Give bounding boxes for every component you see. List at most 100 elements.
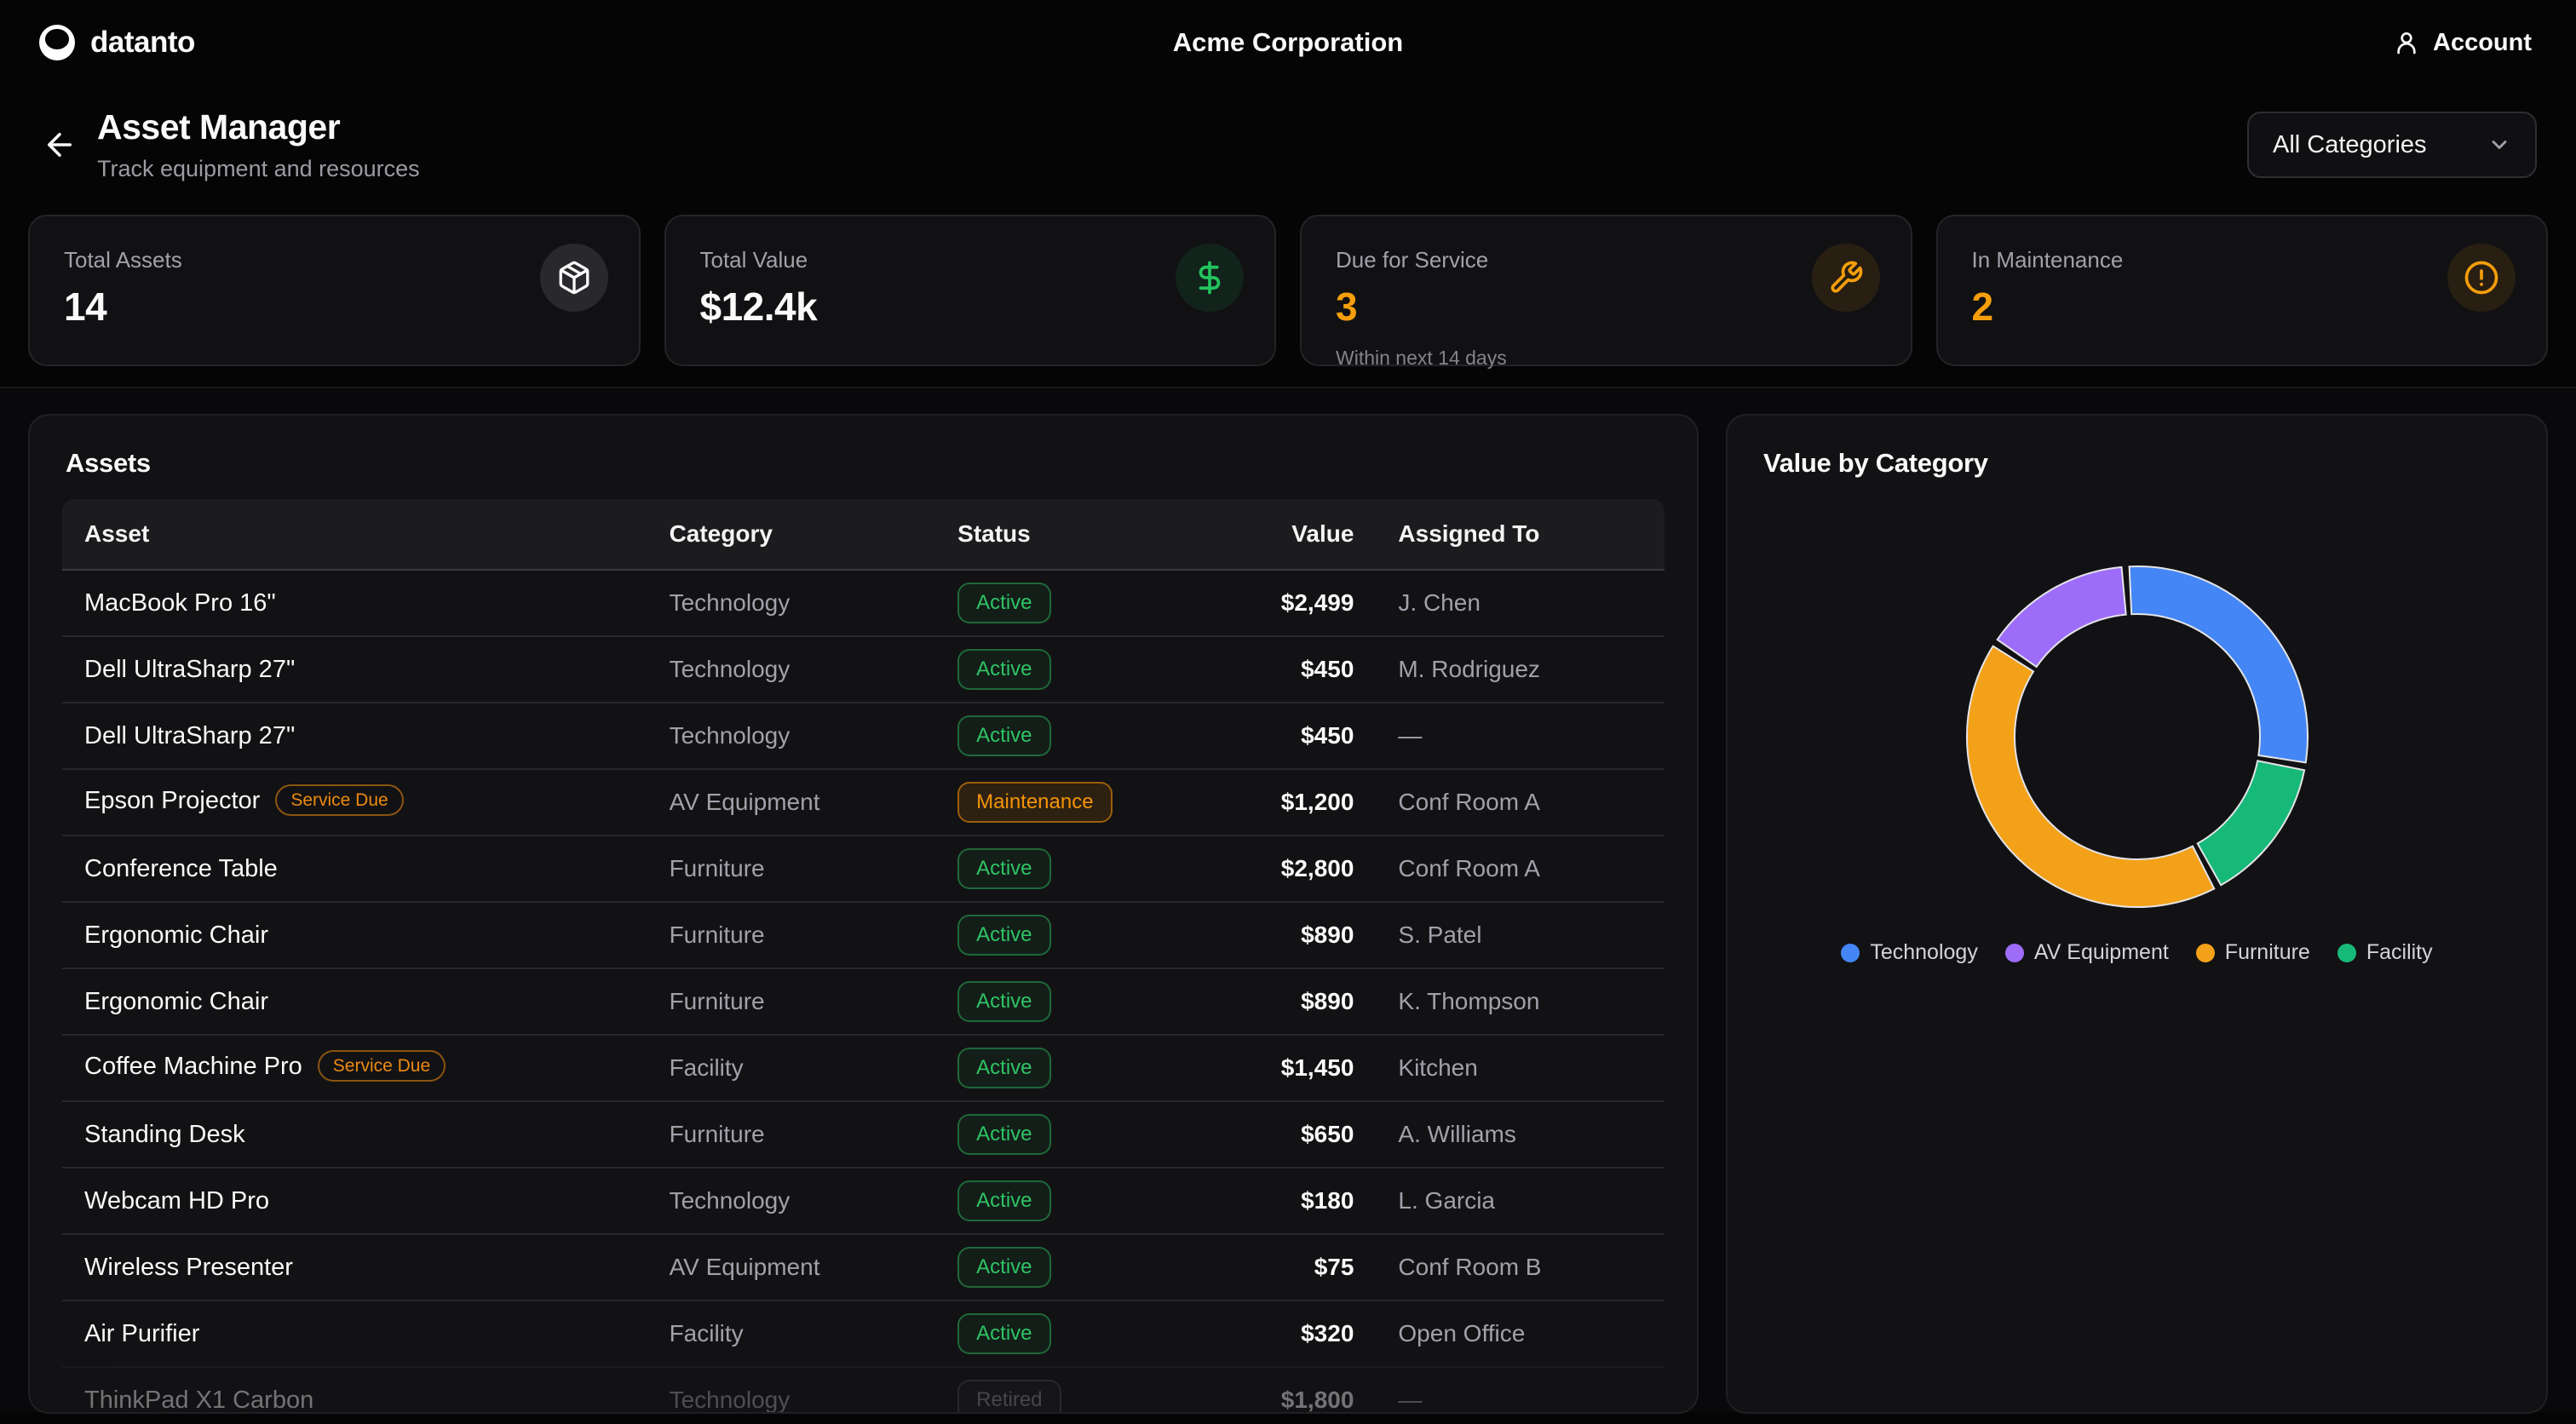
- legend-dot: [2196, 944, 2215, 962]
- asset-category: Furniture: [647, 968, 936, 1034]
- status-badge: Maintenance: [957, 782, 1112, 823]
- legend-label: AV Equipment: [2034, 940, 2169, 965]
- asset-name: Epson Projector: [84, 787, 260, 814]
- legend-item: AV Equipment: [2005, 940, 2169, 965]
- status-badge: Active: [957, 1180, 1050, 1221]
- table-row[interactable]: Dell UltraSharp 27"TechnologyActive$450—: [62, 702, 1665, 768]
- table-row[interactable]: MacBook Pro 16"TechnologyActive$2,499J. …: [62, 569, 1665, 635]
- donut-segment-facility: [2197, 761, 2303, 885]
- asset-value: $450: [1184, 635, 1377, 702]
- asset-name: Conference Table: [84, 855, 278, 882]
- service-due-chip: Service Due: [318, 1050, 446, 1082]
- asset-category: Technology: [647, 635, 936, 702]
- status-badge: Active: [957, 915, 1050, 956]
- stat-value: 3: [1336, 284, 1877, 330]
- stat-card-due-for-service: Due for Service 3 Within next 14 days: [1300, 215, 1912, 366]
- asset-name: ThinkPad X1 Carbon: [84, 1387, 313, 1414]
- stats-row: Total Assets 14 Total Value $12.4k Due f…: [0, 215, 2576, 366]
- status-badge: Retired: [957, 1380, 1061, 1414]
- donut-segment-furniture: [1966, 646, 2213, 907]
- status-badge: Active: [957, 1313, 1050, 1354]
- table-row[interactable]: Webcam HD ProTechnologyActive$180L. Garc…: [62, 1167, 1665, 1233]
- service-due-chip: Service Due: [275, 784, 403, 816]
- asset-value: $180: [1184, 1167, 1377, 1233]
- stat-value: 2: [1972, 284, 2513, 330]
- asset-name: MacBook Pro 16": [84, 589, 276, 617]
- legend-item: Technology: [1841, 940, 1977, 965]
- asset-name: Ergonomic Chair: [84, 922, 268, 949]
- chevron-down-icon: [2487, 133, 2511, 157]
- asset-name: Standing Desk: [84, 1121, 245, 1148]
- asset-value: $450: [1184, 702, 1377, 768]
- company-title: Acme Corporation: [1173, 27, 1403, 58]
- column-header-assigned-to: Assigned To: [1376, 499, 1665, 569]
- stat-value: 14: [64, 284, 605, 330]
- asset-assigned-to: A. Williams: [1376, 1100, 1665, 1167]
- asset-category: AV Equipment: [647, 768, 936, 835]
- asset-name: Air Purifier: [84, 1320, 199, 1347]
- asset-value: $890: [1184, 968, 1377, 1034]
- table-row[interactable]: Conference TableFurnitureActive$2,800Con…: [62, 835, 1665, 901]
- table-row[interactable]: Standing DeskFurnitureActive$650A. Willi…: [62, 1100, 1665, 1167]
- status-badge: Active: [957, 583, 1050, 623]
- column-header-category: Category: [647, 499, 936, 569]
- donut-segment-av-equipment: [1997, 567, 2125, 667]
- asset-assigned-to: S. Patel: [1376, 901, 1665, 968]
- asset-value: $320: [1184, 1300, 1377, 1366]
- legend-label: Technology: [1870, 940, 1977, 965]
- table-row[interactable]: Dell UltraSharp 27"TechnologyActive$450M…: [62, 635, 1665, 702]
- asset-assigned-to: —: [1376, 702, 1665, 768]
- asset-name: Wireless Presenter: [84, 1254, 293, 1281]
- page-title: Asset Manager: [97, 107, 420, 147]
- column-header-status: Status: [935, 499, 1184, 569]
- table-row[interactable]: Ergonomic ChairFurnitureActive$890K. Tho…: [62, 968, 1665, 1034]
- asset-assigned-to: Kitchen: [1376, 1034, 1665, 1100]
- category-filter-value: All Categories: [2273, 131, 2427, 159]
- asset-assigned-to: Open Office: [1376, 1300, 1665, 1366]
- stat-label: Total Value: [700, 247, 1241, 273]
- donut-segment-technology: [2129, 566, 2307, 762]
- brand[interactable]: datanto: [39, 25, 195, 60]
- user-icon: [2393, 29, 2420, 56]
- stat-card-total-assets: Total Assets 14: [28, 215, 641, 366]
- table-row[interactable]: Wireless PresenterAV EquipmentActive$75C…: [62, 1233, 1665, 1300]
- asset-name: Dell UltraSharp 27": [84, 656, 295, 683]
- legend-item: Facility: [2337, 940, 2433, 965]
- status-badge: Active: [957, 981, 1050, 1022]
- status-badge: Active: [957, 1048, 1050, 1088]
- back-button[interactable]: [32, 118, 87, 172]
- asset-value: $1,800: [1184, 1366, 1377, 1414]
- table-row[interactable]: Coffee Machine ProService DueFacilityAct…: [62, 1034, 1665, 1100]
- asset-assigned-to: Conf Room A: [1376, 768, 1665, 835]
- asset-category: Facility: [647, 1034, 936, 1100]
- table-row[interactable]: Ergonomic ChairFurnitureActive$890S. Pat…: [62, 901, 1665, 968]
- stat-value: $12.4k: [700, 284, 1241, 330]
- table-row[interactable]: Epson Projector Service Due AV Equipment Ma…: [62, 768, 1665, 835]
- column-header-asset: Asset: [62, 499, 647, 569]
- asset-value: $650: [1184, 1100, 1377, 1167]
- chart-legend: Technology AV Equipment Furniture Facility: [1760, 940, 2514, 965]
- asset-value: $2,800: [1184, 835, 1377, 901]
- legend-dot: [1841, 944, 1860, 962]
- stat-label: In Maintenance: [1972, 247, 2513, 273]
- legend-item: Furniture: [2196, 940, 2310, 965]
- chart-panel: Value by Category TechnologyAV Equipment…: [1726, 414, 2548, 1414]
- table-row[interactable]: Air PurifierFacilityActive$320Open Offic…: [62, 1300, 1665, 1366]
- page-subtitle: Track equipment and resources: [97, 156, 420, 182]
- content-area: Assets Asset Category Status Value Assig…: [0, 387, 2576, 1412]
- asset-assigned-to: Conf Room A: [1376, 835, 1665, 901]
- top-bar: datanto Acme Corporation Account: [0, 0, 2576, 85]
- stat-label: Total Assets: [64, 247, 605, 273]
- table-row[interactable]: ThinkPad X1 CarbonTechnologyRetired$1,80…: [62, 1366, 1665, 1414]
- account-button[interactable]: Account: [2388, 28, 2537, 58]
- category-filter-select[interactable]: All Categories: [2247, 112, 2537, 178]
- arrow-left-icon: [42, 127, 78, 163]
- status-badge: Active: [957, 1114, 1050, 1155]
- assets-panel: Assets Asset Category Status Value Assig…: [28, 414, 1699, 1414]
- page-header: Asset Manager Track equipment and resour…: [0, 85, 2576, 182]
- table-header-row: Asset Category Status Value Assigned To: [62, 499, 1665, 569]
- asset-assigned-to: K. Thompson: [1376, 968, 1665, 1034]
- asset-assigned-to: Conf Room B: [1376, 1233, 1665, 1300]
- legend-dot: [2337, 944, 2356, 962]
- asset-value: $890: [1184, 901, 1377, 968]
